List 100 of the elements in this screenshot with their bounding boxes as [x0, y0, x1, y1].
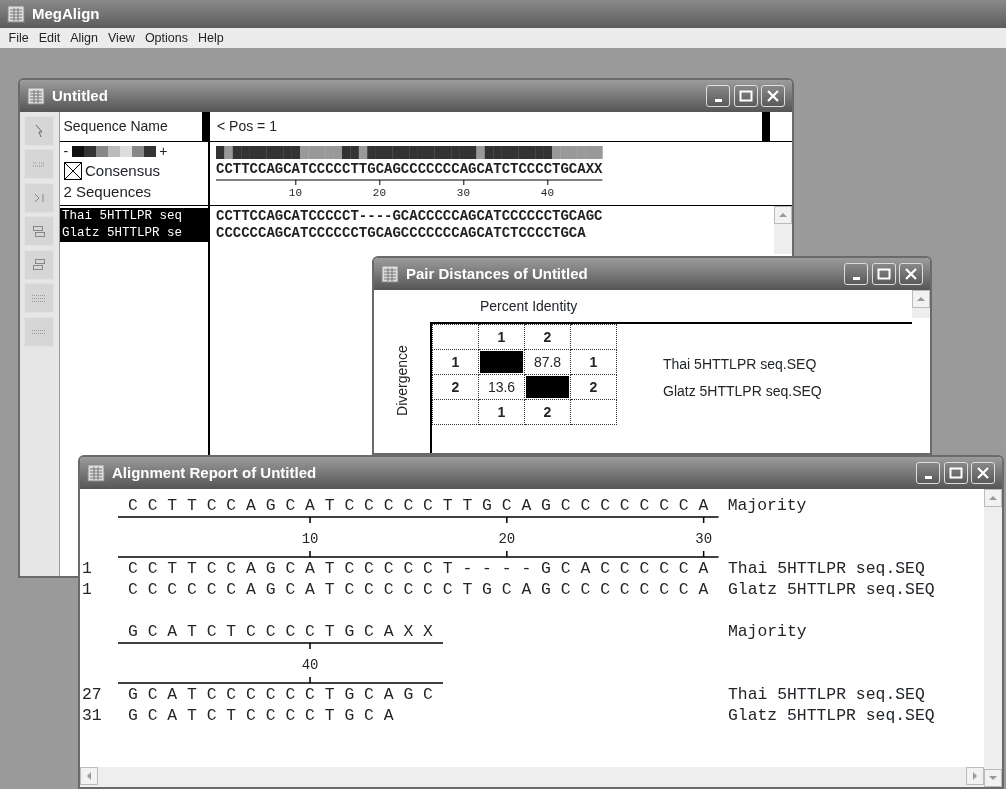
row-label: Majority [727, 495, 807, 516]
column-number: 1 [478, 324, 525, 350]
sequence-residues: CCTTCCAGCATCCCCCT----GCACCCCCAGCATCCCCCCTGCAGC [216, 208, 604, 225]
ruler-label: 10 [288, 186, 302, 201]
maximize-icon [876, 268, 891, 280]
column-number: 2 [524, 399, 571, 425]
close-button[interactable] [761, 85, 785, 107]
ruler-label: 40 [301, 656, 319, 675]
maximize-button[interactable] [733, 85, 758, 107]
close-button[interactable] [899, 263, 923, 285]
app-icon [87, 464, 105, 482]
menu-item[interactable]: Edit [33, 28, 66, 48]
menu-item[interactable]: File [3, 28, 34, 48]
sequence-name[interactable]: Glatz 5HTTLPR se [60, 225, 208, 242]
checkbox[interactable] [63, 162, 82, 181]
axis-label: Percent Identity [480, 296, 578, 316]
sequence-name: Thai 5HTTLPR seq.SEQ [728, 684, 925, 705]
cursor-icon [34, 123, 43, 138]
ruler-label: 10 [301, 530, 319, 549]
sequence-name: Glatz 5HTTLPR seq.SEQ [663, 382, 822, 401]
cursor-tool[interactable] [23, 115, 54, 146]
dotted-pattern-tool[interactable] [23, 283, 54, 313]
splitter-handle[interactable] [762, 112, 770, 141]
window-title: Pair Distances of Untitled [406, 263, 589, 284]
sequence-name[interactable]: Thai 5HTTLPR seq [60, 208, 208, 225]
scroll-bar[interactable] [912, 290, 930, 318]
app-icon [7, 5, 25, 23]
scroll-up-button[interactable] [984, 489, 1002, 507]
dotted-pattern-icon [32, 329, 45, 334]
row-label: Majority [727, 621, 807, 642]
app-icon [27, 87, 45, 105]
line-number: 1 [81, 579, 93, 600]
window-title: Untitled [52, 85, 109, 106]
ruler-label: 30 [456, 186, 470, 201]
stacked-boxes-icon [32, 259, 45, 270]
majority-sequence: C C T T C C A G C A T C C C C C T T G C A G C C C C C C C A [128, 495, 709, 516]
maximize-icon [948, 467, 963, 479]
app-icon [381, 265, 399, 283]
maximize-icon [738, 90, 753, 102]
majority-sequence: G C A T C T C C C C T G C A X X [128, 621, 433, 642]
close-icon [767, 90, 779, 102]
minimize-button[interactable] [916, 462, 940, 484]
scroll-bar[interactable] [984, 489, 1002, 787]
matrix-cell [480, 351, 523, 373]
minimize-icon [924, 475, 932, 479]
line-number: 31 [81, 705, 103, 726]
maximize-button[interactable] [943, 462, 968, 484]
row-number: 2 [570, 374, 617, 400]
column-number: 2 [524, 324, 571, 350]
up-arrow-icon [988, 495, 998, 501]
menu-item[interactable]: View [103, 28, 140, 48]
dotted-pattern-tool[interactable] [23, 316, 54, 347]
menu-item[interactable]: Align [65, 28, 103, 48]
ruler-label: 40 [540, 186, 554, 201]
sequence-residues: CCCCCCAGCATCCCCCCTGCAGCCCCCCCAGCATCTCCCCTGCA [216, 225, 587, 242]
axis-label: Divergence [392, 345, 411, 416]
dotted-lines-tool[interactable] [23, 149, 54, 179]
scroll-up-button[interactable] [774, 206, 792, 224]
app-title: MegAlign [32, 3, 100, 24]
down-arrow-icon [988, 775, 998, 781]
bracket-icon [33, 192, 44, 203]
scale-minus-label: - [63, 141, 69, 161]
sequence-name: Glatz 5HTTLPR seq.SEQ [728, 579, 935, 600]
menu-item[interactable]: Help [192, 28, 229, 48]
sequence-name: Thai 5HTTLPR seq.SEQ [663, 355, 818, 374]
stacked-boxes-tool[interactable] [23, 216, 54, 246]
row-number: 2 [432, 374, 479, 400]
shade-scale-icon [71, 144, 156, 158]
splitter-handle[interactable] [202, 112, 210, 141]
right-arrow-icon [972, 771, 978, 781]
minimize-button[interactable] [706, 85, 730, 107]
scroll-down-button[interactable] [984, 769, 1002, 787]
left-arrow-icon [86, 771, 92, 781]
minimize-icon [714, 98, 722, 102]
sequence-name: Thai 5HTTLPR seq.SEQ [728, 558, 925, 579]
minimize-icon [852, 276, 860, 280]
menu-item[interactable]: Options [139, 28, 193, 48]
consensus-sequence: CCTTCCAGCATCCCCCTTGCAGCCCCCCCAGCATCTCCCCTGCAXX [216, 160, 603, 179]
column-header: Sequence Name [63, 117, 168, 136]
minimize-button[interactable] [844, 263, 868, 285]
checkbox-label: Consensus [85, 161, 161, 181]
scroll-left-button[interactable] [80, 767, 98, 785]
scale-plus-label: + [159, 141, 168, 161]
scroll-bar[interactable] [774, 206, 792, 254]
scroll-bar[interactable] [80, 767, 984, 787]
bracket-tool[interactable] [23, 182, 54, 213]
ruler-label: 30 [695, 530, 713, 549]
dotted-pattern-icon [32, 294, 45, 302]
aligned-sequence: G C A T C T C C C C T G C A [128, 705, 395, 726]
scroll-right-button[interactable] [966, 767, 984, 785]
close-button[interactable] [971, 462, 995, 484]
maximize-button[interactable] [871, 263, 896, 285]
stacked-boxes-tool[interactable] [23, 249, 54, 280]
up-arrow-icon [916, 296, 926, 302]
sequence-count: 2 Sequences [63, 182, 153, 200]
scroll-up-button[interactable] [912, 290, 930, 308]
up-arrow-icon [778, 212, 788, 218]
matrix-value: 13.6 [478, 374, 525, 400]
stacked-boxes-icon [32, 225, 45, 237]
matrix-value: 87.8 [524, 349, 571, 375]
